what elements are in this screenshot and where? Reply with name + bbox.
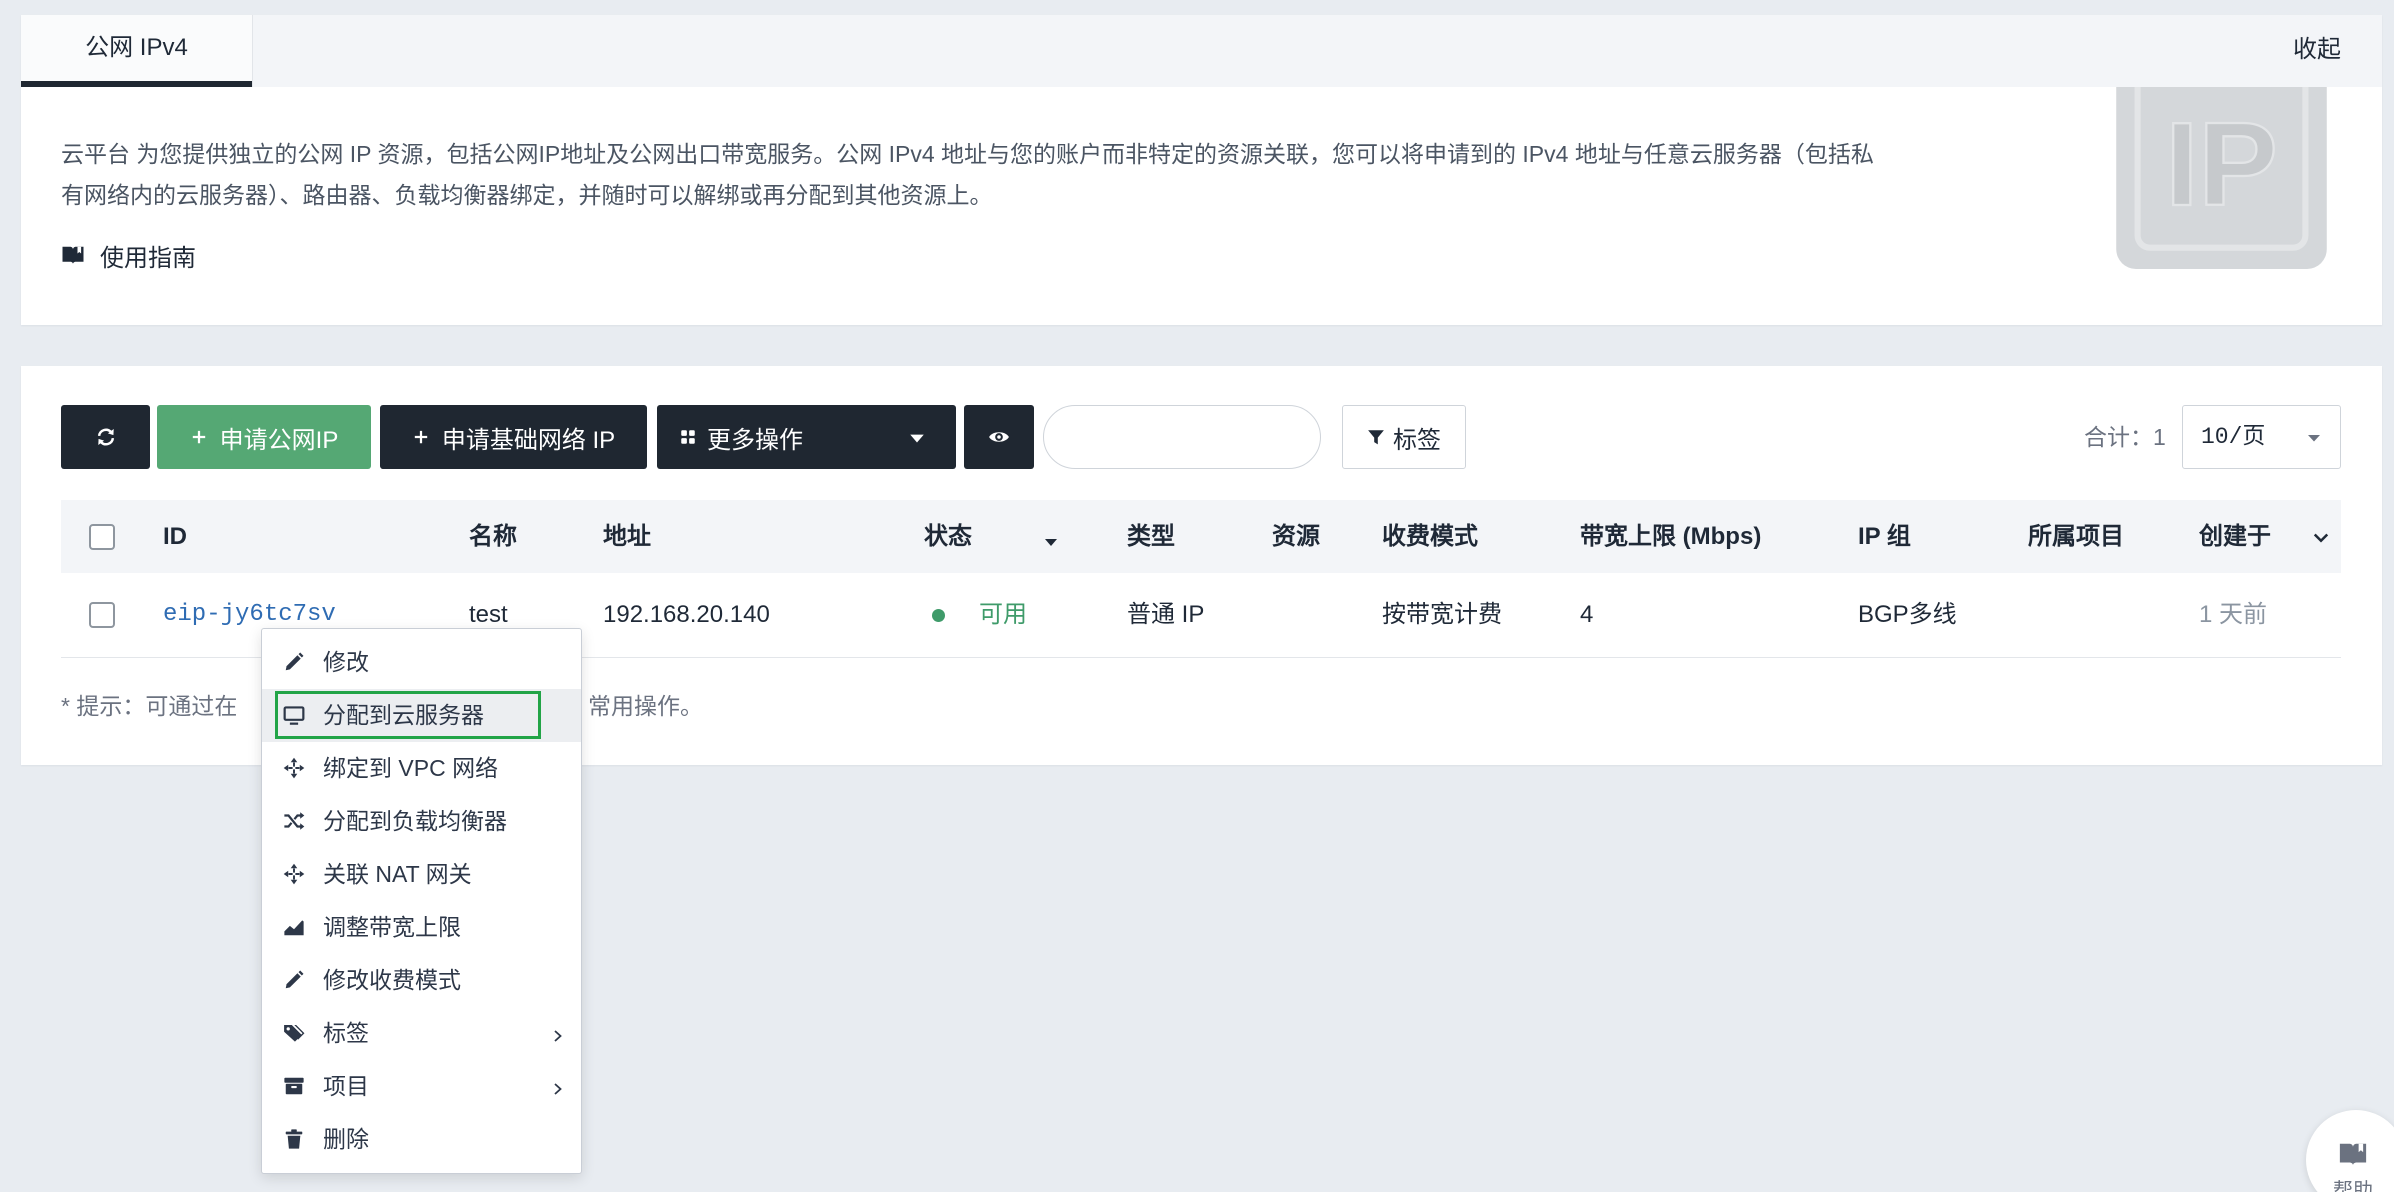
column-header-ip-group[interactable]: IP 组 [1858, 500, 1911, 573]
chevron-right-icon [550, 1077, 566, 1104]
plus-icon [190, 428, 208, 446]
hint-text-suffix: 常用操作。 [588, 693, 703, 719]
pencil-icon [283, 969, 305, 991]
chevron-down-icon[interactable] [2311, 526, 2331, 554]
more-actions-label: 更多操作 [707, 426, 803, 454]
intro-description: 云平台 为您提供独立的公网 IP 资源，包括公网IP地址及公网出口带宽服务。公网… [61, 134, 1874, 216]
tab-public-ipv4[interactable]: 公网 IPv4 [21, 15, 253, 87]
help-widget: 帮助 [2300, 1100, 2394, 1192]
archive-icon [283, 1075, 305, 1097]
tag-filter-label: 标签 [1393, 426, 1441, 454]
tab-label: 公网 IPv4 [85, 34, 188, 61]
menu-item-label: 标签 [323, 1020, 369, 1046]
page-size-value: 10/页 [2201, 424, 2266, 450]
more-actions-dropdown[interactable]: 更多操作 [657, 405, 956, 469]
menu-item-label: 关联 NAT 网关 [323, 861, 472, 887]
apply-public-ip-label: 申请公网IP [219, 426, 339, 454]
column-header-name[interactable]: 名称 [469, 500, 517, 573]
cell-billing-mode: 按带宽计费 [1382, 601, 1502, 628]
status-filter-caret-icon[interactable] [1043, 530, 1059, 558]
menu-item-modify[interactable]: 修改 [262, 636, 581, 689]
plus-icon [412, 428, 430, 446]
column-header-status[interactable]: 状态 [924, 500, 972, 573]
menu-item-label: 项目 [323, 1073, 369, 1099]
hint-text-prefix: * 提示：可通过在 [61, 693, 238, 719]
menu-item-assign-to-instance[interactable]: 分配到云服务器 [262, 689, 581, 742]
pencil-icon [283, 651, 305, 673]
tag-filter-button[interactable]: 标签 [1342, 405, 1466, 469]
row-checkbox[interactable] [89, 602, 115, 628]
filter-icon [1367, 428, 1385, 446]
menu-item-bind-vpc[interactable]: 绑定到 VPC 网络 [262, 742, 581, 795]
tags-icon [283, 1022, 305, 1044]
menu-item-tags[interactable]: 标签 [262, 1007, 581, 1060]
collapse-button[interactable]: 收起 [2293, 15, 2341, 85]
move-arrows-icon [283, 757, 305, 779]
move-arrows-icon [283, 863, 305, 885]
ip-logo: IP [2116, 87, 2327, 269]
column-header-resource[interactable]: 资源 [1272, 500, 1320, 573]
select-all-checkbox[interactable] [89, 523, 115, 550]
apply-basic-network-ip-button[interactable]: 申请基础网络 IP [380, 405, 647, 469]
column-header-created[interactable]: 创建于 [2199, 500, 2271, 573]
grid-icon [679, 428, 697, 446]
caret-down-icon [908, 429, 926, 447]
menu-item-adjust-bandwidth[interactable]: 调整带宽上限 [262, 901, 581, 954]
apply-public-ip-button[interactable]: 申请公网IP [157, 405, 371, 469]
menu-item-associate-nat-gateway[interactable]: 关联 NAT 网关 [262, 848, 581, 901]
book-icon [2338, 1139, 2368, 1169]
user-guide-link[interactable]: 使用指南 [61, 237, 196, 273]
intro-card: 公网 IPv4 收起 云平台 为您提供独立的公网 IP 资源，包括公网IP地址及… [21, 15, 2382, 325]
column-header-type[interactable]: 类型 [1127, 500, 1175, 573]
trash-icon [283, 1128, 305, 1150]
eye-icon [988, 426, 1010, 448]
tab-bar: 公网 IPv4 收起 [21, 15, 2382, 87]
refresh-button[interactable] [61, 405, 150, 469]
cell-status: 可用 [979, 601, 1027, 628]
menu-item-delete[interactable]: 删除 [262, 1113, 581, 1166]
area-chart-icon [283, 916, 305, 938]
page-size-select[interactable]: 10/页 [2182, 405, 2341, 469]
shuffle-icon [283, 810, 305, 832]
total-count: 合计：1 [2084, 424, 2166, 450]
book-icon [61, 243, 85, 267]
help-label: 帮助 [2333, 1180, 2373, 1192]
menu-item-modify-billing-mode[interactable]: 修改收费模式 [262, 954, 581, 1007]
intro-body: 云平台 为您提供独立的公网 IP 资源，包括公网IP地址及公网出口带宽服务。公网… [21, 87, 2382, 325]
column-header-billing-mode[interactable]: 收费模式 [1382, 500, 1478, 573]
cell-type: 普通 IP [1127, 601, 1205, 628]
cell-address: 192.168.20.140 [603, 601, 770, 628]
menu-item-label: 修改收费模式 [323, 967, 461, 993]
cell-ip-group: BGP多线 [1858, 601, 1957, 628]
menu-item-project[interactable]: 项目 [262, 1060, 581, 1113]
column-header-bandwidth-limit[interactable]: 带宽上限 (Mbps) [1580, 500, 1761, 573]
chevron-right-icon [550, 1024, 566, 1051]
column-header-id[interactable]: ID [163, 500, 187, 573]
monitor-icon [283, 704, 305, 726]
user-guide-label: 使用指南 [100, 244, 196, 272]
menu-item-label: 调整带宽上限 [323, 914, 461, 940]
menu-item-label: 修改 [323, 649, 369, 675]
status-dot [932, 609, 945, 622]
refresh-icon [95, 426, 117, 448]
intro-description-line: 有网络内的云服务器）、路由器、负载均衡器绑定，并随时可以解绑或再分配到其他资源上… [61, 182, 993, 208]
ip-logo-text: IP [2165, 98, 2277, 231]
intro-description-line: 云平台 为您提供独立的公网 IP 资源，包括公网IP地址及公网出口带宽服务。公网… [61, 141, 1874, 167]
search-input[interactable] [1043, 405, 1321, 469]
menu-item-label: 分配到云服务器 [323, 702, 484, 728]
apply-basic-network-ip-label: 申请基础网络 IP [441, 426, 616, 454]
menu-item-label: 分配到负载均衡器 [323, 808, 507, 834]
table-header: ID 名称 地址 状态 类型 资源 收费模式 带宽上限 (Mbps) IP 组 … [61, 500, 2341, 573]
row-context-menu: 修改 分配到云服务器 绑定到 VPC 网络 分配到负载均衡器 关联 NAT 网关… [261, 628, 582, 1174]
cell-created: 1 天前 [2199, 601, 2268, 628]
column-header-address[interactable]: 地址 [603, 500, 651, 573]
column-visibility-button[interactable] [964, 405, 1034, 469]
menu-item-label: 绑定到 VPC 网络 [323, 755, 499, 781]
cell-bandwidth-limit: 4 [1580, 601, 1594, 628]
menu-item-label: 删除 [323, 1126, 369, 1152]
column-header-project[interactable]: 所属项目 [2028, 500, 2124, 573]
menu-item-assign-to-load-balancer[interactable]: 分配到负载均衡器 [262, 795, 581, 848]
